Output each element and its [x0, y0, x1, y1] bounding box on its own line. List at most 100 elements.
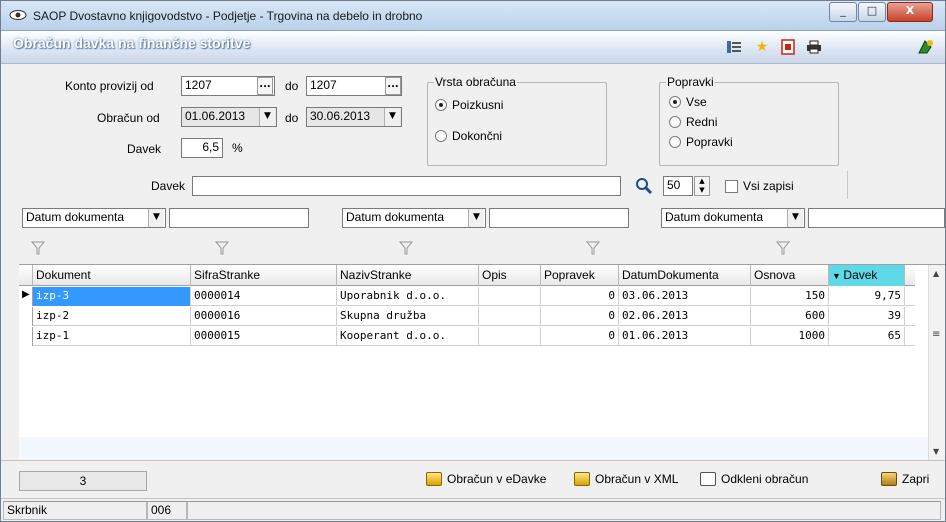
konto-to-browse-button[interactable]: ...	[385, 77, 401, 95]
zapri-label: Zapri	[902, 472, 930, 486]
column-filter-icon[interactable]	[586, 241, 600, 255]
cell-naziv[interactable]: Skupna družba	[337, 307, 479, 326]
cell-osnova[interactable]: 1000	[751, 327, 829, 346]
pdf-icon[interactable]	[779, 38, 797, 56]
filter-3-dropdown[interactable]: Datum dokumenta	[661, 208, 805, 228]
odkleni-obracun-button[interactable]: Odkleni obračun	[700, 472, 808, 486]
column-filter-icon[interactable]	[215, 241, 229, 255]
cell-sifra[interactable]: 0000016	[191, 307, 337, 326]
maximize-button[interactable]: □	[858, 2, 886, 22]
cell-davek[interactable]: 9,75	[829, 287, 905, 306]
radio-poizkusni[interactable]: Poizkusni	[435, 98, 503, 112]
col-header-davek[interactable]: ▼ Davek	[829, 265, 905, 286]
filter-2-dropdown[interactable]: Datum dokumenta	[342, 208, 486, 228]
column-filter-icon[interactable]	[31, 241, 45, 255]
col-header-osnova[interactable]: Osnova	[751, 265, 829, 286]
exit-run-icon[interactable]	[917, 38, 935, 56]
popravki-title: Popravki	[666, 75, 715, 89]
filter-2-input[interactable]	[489, 208, 629, 228]
filter-1-arrow[interactable]: ▼	[148, 209, 164, 227]
filter-3-arrow[interactable]: ▼	[787, 209, 803, 227]
cell-sifra[interactable]: 0000014	[191, 287, 337, 306]
filter-3-input[interactable]	[808, 208, 945, 228]
col-header-popravek[interactable]: Popravek	[541, 265, 619, 286]
col-header-datumdokumenta[interactable]: DatumDokumenta	[619, 265, 751, 286]
grid-vertical-scrollbar[interactable]: ▲ ≡ ▼	[928, 265, 945, 461]
record-limit-input[interactable]: 50	[663, 176, 693, 196]
cell-popravek[interactable]: 0	[541, 327, 619, 346]
cell-dokument[interactable]: izp-1	[33, 327, 191, 346]
filter-1-value: Datum dokumenta	[26, 210, 125, 224]
cell-popravek[interactable]: 0	[541, 287, 619, 306]
filter-1-dropdown[interactable]: Datum dokumenta	[22, 208, 166, 228]
cell-opis[interactable]	[479, 307, 541, 326]
table-row[interactable]: izp-1 0000015 Kooperant d.o.o. 0 01.06.2…	[19, 327, 915, 346]
filter-1-input[interactable]	[169, 208, 309, 228]
column-filter-icon[interactable]	[399, 241, 413, 255]
column-filter-icon[interactable]	[776, 241, 790, 255]
col-header-nazivstranke[interactable]: NazivStranke	[337, 265, 479, 286]
obracun-to-dropdown-arrow[interactable]: ▼	[384, 108, 400, 126]
cell-opis[interactable]	[479, 327, 541, 346]
radio-popravki[interactable]: Popravki	[669, 135, 733, 149]
radio-redni[interactable]: Redni	[669, 115, 717, 129]
window-title: SAOP Dvostavno knjigovodstvo - Podjetje …	[33, 9, 423, 23]
scroll-down-icon[interactable]: ▼	[933, 447, 939, 456]
filter-2-value: Datum dokumenta	[346, 210, 445, 224]
vrsta-obracuna-title: Vrsta obračuna	[434, 75, 517, 89]
cell-sifra[interactable]: 0000015	[191, 327, 337, 346]
cell-naziv[interactable]: Kooperant d.o.o.	[337, 327, 479, 346]
obracun-edavke-button[interactable]: Obračun v eDavke	[426, 472, 546, 486]
scroll-up-icon[interactable]: ▲	[933, 269, 939, 278]
filter-2-arrow[interactable]: ▼	[468, 209, 484, 227]
cell-datum[interactable]: 01.06.2013	[619, 327, 751, 346]
cell-osnova[interactable]: 150	[751, 287, 829, 306]
table-row[interactable]: ▶ izp-3 0000014 Uporabnik d.o.o. 0 03.06…	[19, 287, 915, 306]
cell-datum[interactable]: 02.06.2013	[619, 307, 751, 326]
col-header-opis[interactable]: Opis	[479, 265, 541, 286]
col-header-davek-label: Davek	[843, 268, 878, 282]
radio-redni-label: Redni	[686, 115, 718, 129]
cell-davek[interactable]: 39	[829, 307, 905, 326]
search-label: Davek	[151, 179, 186, 193]
grid-header-row: Dokument SifraStranke NazivStranke Opis …	[19, 265, 915, 286]
table-row[interactable]: izp-2 0000016 Skupna družba 0 02.06.2013…	[19, 307, 915, 326]
cell-naziv[interactable]: Uporabnik d.o.o.	[337, 287, 479, 306]
cell-dokument[interactable]: izp-2	[33, 307, 191, 326]
cell-datum[interactable]: 03.06.2013	[619, 287, 751, 306]
radio-dokoncni[interactable]: Dokončni	[435, 129, 502, 143]
davek-rate-label: Davek	[127, 142, 162, 156]
obracun-xml-button[interactable]: Obračun v XML	[574, 472, 678, 486]
radio-dokoncni-label: Dokončni	[452, 129, 503, 143]
vsi-zapisi-checkbox[interactable]	[725, 180, 738, 193]
record-limit-spinner[interactable]: ▲ ▼	[694, 176, 710, 196]
obracun-from-dropdown-arrow[interactable]: ▼	[259, 108, 275, 126]
current-row-arrow-icon: ▶	[22, 289, 30, 300]
radio-vse[interactable]: Vse	[669, 95, 707, 109]
favorite-star-icon[interactable]: ★	[753, 38, 771, 56]
record-count: 3	[19, 471, 147, 491]
row-indicator	[19, 307, 33, 326]
data-grid: Dokument SifraStranke NazivStranke Opis …	[19, 264, 945, 461]
scroll-thumb-icon[interactable]: ≡	[932, 329, 940, 340]
col-header-dokument[interactable]: Dokument	[33, 265, 191, 286]
list-settings-icon[interactable]	[725, 38, 743, 56]
cell-dokument[interactable]: izp-3	[33, 287, 191, 306]
minimize-button[interactable]: _	[829, 2, 857, 22]
cell-opis[interactable]	[479, 287, 541, 306]
form-header: Obračun davka na finančne storitve ★	[1, 31, 945, 64]
konto-from-browse-button[interactable]: ...	[257, 77, 273, 95]
print-icon[interactable]	[805, 38, 823, 56]
cell-osnova[interactable]: 600	[751, 307, 829, 326]
cell-davek[interactable]: 65	[829, 327, 905, 346]
status-user-code: 006	[147, 501, 187, 520]
document-export-icon	[574, 472, 590, 486]
cell-popravek[interactable]: 0	[541, 307, 619, 326]
davek-rate-input[interactable]: 6,5	[181, 138, 223, 158]
search-icon[interactable]	[635, 177, 653, 195]
zapri-button[interactable]: Zapri	[881, 472, 929, 486]
col-header-sifrastranke[interactable]: SifraStranke	[191, 265, 337, 286]
radio-dot-icon	[669, 96, 681, 108]
close-window-button[interactable]: X	[887, 2, 933, 22]
search-input[interactable]	[192, 176, 621, 196]
